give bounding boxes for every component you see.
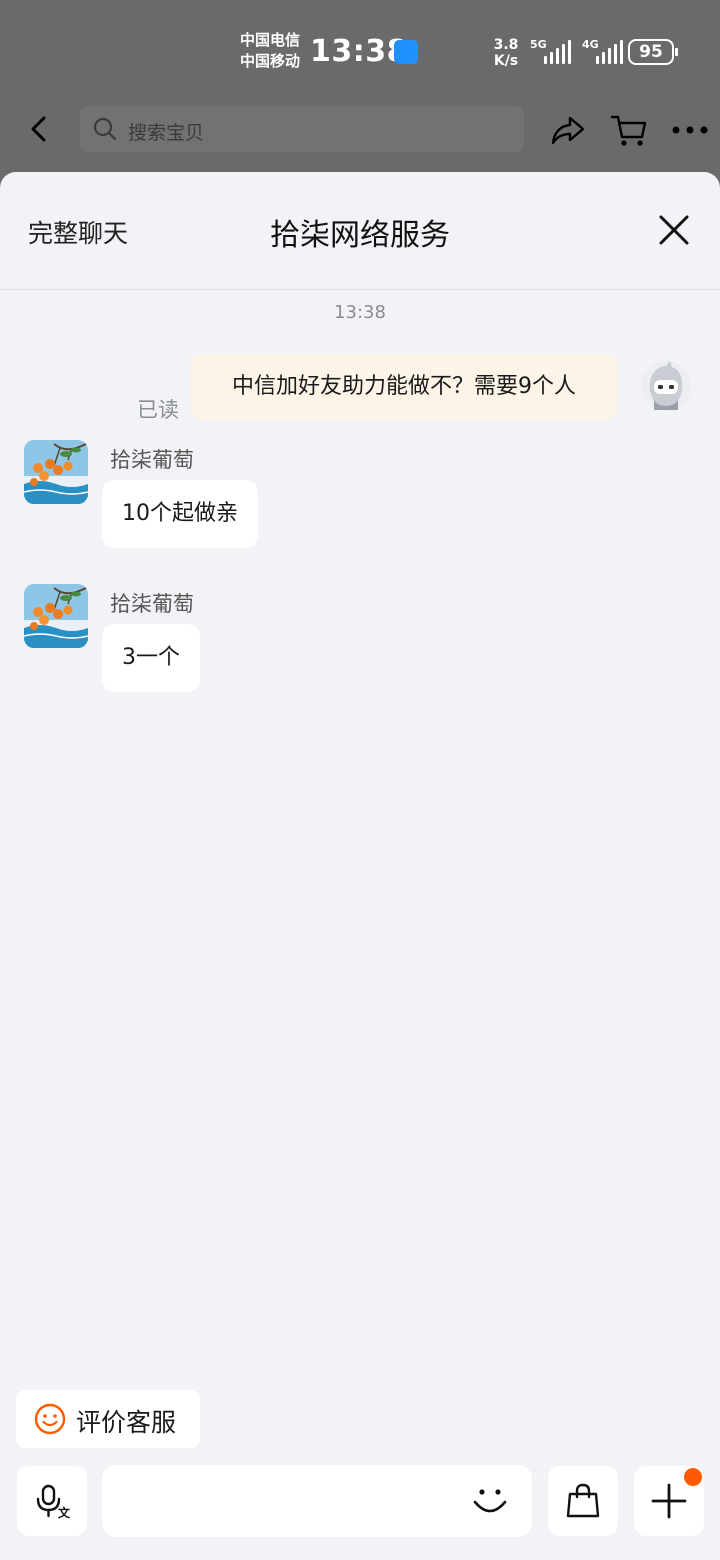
top-app-bar: 搜索宝贝 xyxy=(0,100,720,172)
shop-avatar[interactable] xyxy=(24,584,88,648)
incoming-message-bubble[interactable]: 3一个 xyxy=(102,624,200,692)
chevron-left-icon[interactable] xyxy=(24,114,54,144)
carrier-labels: 中国电信 中国移动 xyxy=(240,30,300,72)
notification-dot xyxy=(684,1468,702,1486)
share-icon[interactable] xyxy=(550,112,586,148)
outgoing-message-bubble[interactable]: 中信加好友助力能做不？需要9个人 xyxy=(190,354,618,420)
signal-2-bars-icon xyxy=(596,40,623,64)
smile-icon xyxy=(34,1403,66,1435)
voice-badge-char: 文 xyxy=(58,1505,70,1519)
chat-header: 完整聊天 拾柒网络服务 xyxy=(0,172,720,290)
search-placeholder: 搜索宝贝 xyxy=(128,122,205,144)
incoming-message-bubble[interactable]: 10个起做亲 xyxy=(102,480,258,548)
sender-name: 拾柒葡萄 xyxy=(110,592,194,616)
list-item: 拾柒葡萄 3一个 xyxy=(0,584,720,700)
search-icon xyxy=(93,117,117,141)
chat-title: 拾柒网络服务 xyxy=(270,218,450,253)
net-speed-unit: K/s xyxy=(493,53,519,69)
product-button[interactable] xyxy=(548,1466,618,1536)
microphone-icon: 文 xyxy=(36,1484,70,1519)
message-input[interactable] xyxy=(102,1465,532,1537)
shop-avatar[interactable] xyxy=(24,440,88,504)
search-bar[interactable]: 搜索宝贝 xyxy=(80,106,524,152)
chat-sheet: 完整聊天 拾柒网络服务 13:38 已读 中信加好友助力能做不？需要9个人 拾柒… xyxy=(0,172,720,1560)
plus-icon xyxy=(651,1483,687,1519)
avatar[interactable] xyxy=(640,360,692,412)
taobao-app-icon xyxy=(394,40,418,64)
carrier-2: 中国移动 xyxy=(240,52,301,70)
sender-name: 拾柒葡萄 xyxy=(110,448,194,472)
message-timestamp: 13:38 xyxy=(334,302,386,323)
rate-service-label: 评价客服 xyxy=(76,1408,177,1437)
carrier-1: 中国电信 xyxy=(240,31,301,49)
battery-indicator: 95 xyxy=(628,39,678,65)
network-speed: 3.8 K/s xyxy=(492,37,520,69)
rate-service-button[interactable]: 评价客服 xyxy=(16,1390,200,1448)
net-speed-value: 3.8 xyxy=(493,37,519,53)
signal-1-bars-icon xyxy=(544,40,571,64)
status-bar: 中国电信 中国移动 13:38 3.8 K/s 5G 4G 95 xyxy=(0,0,720,100)
cart-icon[interactable] xyxy=(610,112,648,148)
emoji-icon[interactable] xyxy=(470,1480,510,1520)
shopping-bag-icon xyxy=(566,1483,600,1518)
list-item: 拾柒葡萄 10个起做亲 xyxy=(0,440,720,556)
more-dots-icon[interactable] xyxy=(672,126,708,134)
read-status: 已读 xyxy=(137,398,179,422)
close-icon[interactable] xyxy=(656,212,692,248)
voice-input-button[interactable]: 文 xyxy=(17,1466,87,1536)
